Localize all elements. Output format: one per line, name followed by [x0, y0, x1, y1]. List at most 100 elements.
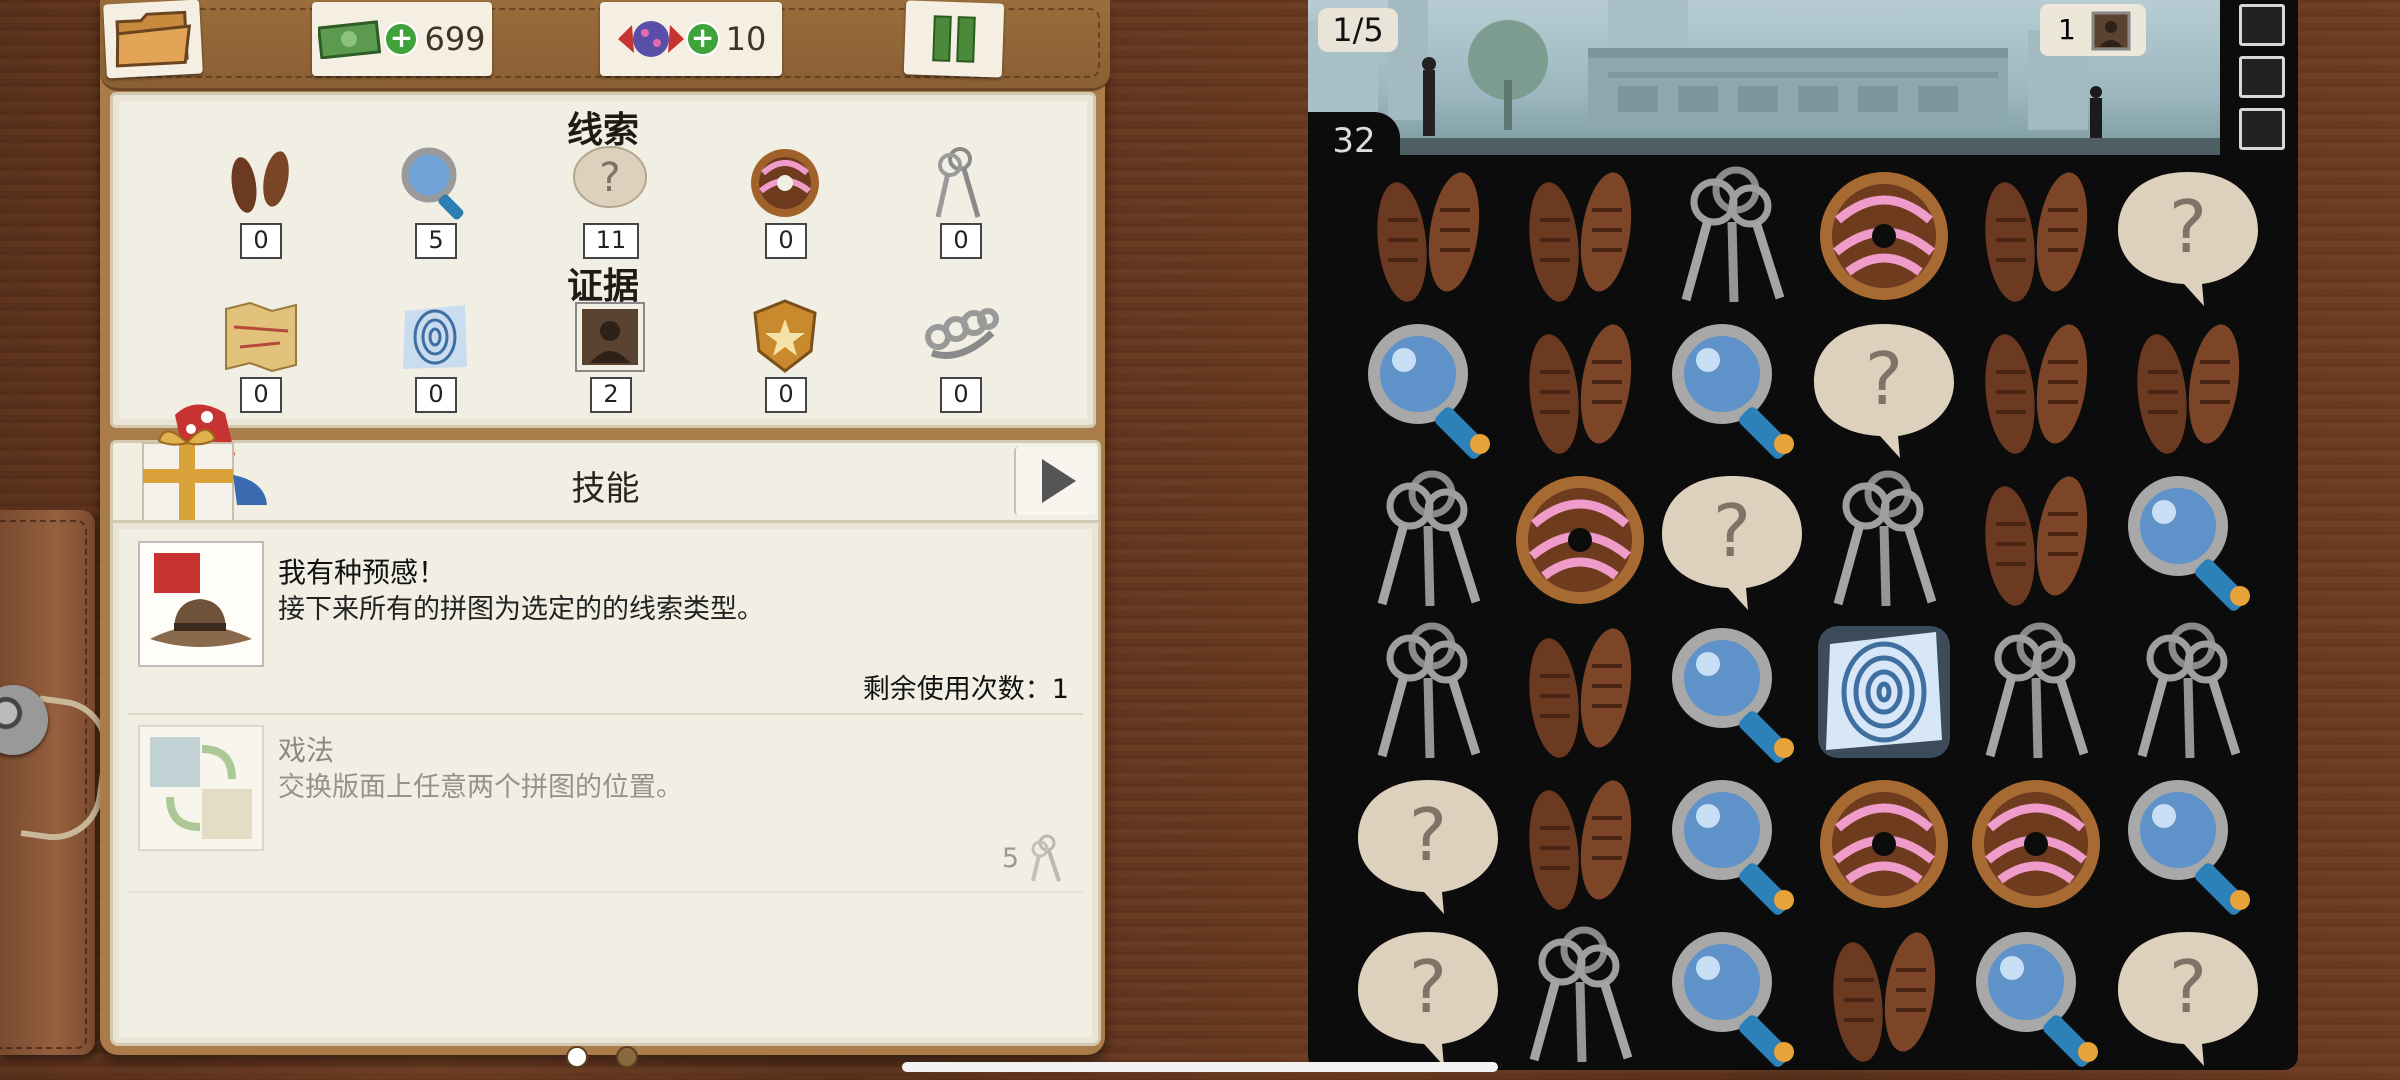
tile-magnifier[interactable] [1656, 768, 1808, 920]
tile-fingerprint[interactable] [1808, 616, 1960, 768]
magnifier-icon [2128, 476, 2250, 611]
brass-knuckles-icon [925, 308, 999, 359]
evidence-map[interactable]: 0 [208, 297, 308, 413]
skill-description: 接下来所有的拼图为选定的的线索类型。 [278, 594, 764, 625]
tile-donut[interactable] [1808, 768, 1960, 920]
map-book-icon[interactable] [2239, 56, 2285, 98]
suspect-profile-icon[interactable] [2239, 108, 2285, 150]
tile-keys[interactable] [1656, 160, 1808, 312]
keys-icon [1377, 622, 1481, 759]
map-icon [225, 301, 297, 373]
skill-remaining-uses: 剩余使用次数：1 [862, 674, 1069, 705]
svg-text:?: ? [1865, 337, 1903, 421]
case-folder-button[interactable] [103, 0, 203, 79]
add-money-icon[interactable]: + [384, 22, 419, 56]
evidence-count: 0 [415, 377, 457, 413]
skill-name: 我有种预感！ [278, 556, 447, 589]
tile-keys[interactable] [1960, 616, 2112, 768]
fingerprint-icon [403, 305, 467, 369]
tile-question[interactable]: ? [1352, 768, 1504, 920]
tile-footprints[interactable] [1960, 160, 2112, 312]
tile-footprints[interactable] [1808, 920, 1960, 1072]
clue-question[interactable]: ? 11 [558, 143, 658, 259]
evidence-photo[interactable]: 2 [558, 297, 658, 413]
tile-footprints[interactable] [1504, 160, 1656, 312]
gift-box-icon[interactable] [115, 395, 275, 534]
tile-magnifier[interactable] [2112, 768, 2264, 920]
magnifier-icon [401, 147, 464, 220]
question-icon: ? [2118, 932, 2258, 1066]
tile-keys[interactable] [1808, 464, 1960, 616]
pause-button[interactable] [903, 0, 1005, 78]
tile-question[interactable]: ? [1808, 312, 1960, 464]
tile-footprints[interactable] [1960, 312, 2112, 464]
footprints-icon [1529, 628, 1632, 758]
tile-donut[interactable] [1960, 768, 2112, 920]
page-dot-1[interactable] [566, 1046, 588, 1068]
tile-footprints[interactable] [1504, 616, 1656, 768]
tile-footprints[interactable] [1504, 768, 1656, 920]
tile-keys[interactable] [1352, 464, 1504, 616]
tile-footprints[interactable] [2112, 312, 2264, 464]
clue-magnifier[interactable]: 5 [383, 143, 483, 259]
money-count: 699 [424, 20, 486, 58]
tile-footprints[interactable] [1960, 464, 2112, 616]
add-candy-icon[interactable]: + [685, 22, 720, 56]
evidence-count: 0 [765, 377, 807, 413]
tile-keys[interactable] [1352, 616, 1504, 768]
donut-icon [1972, 780, 2100, 908]
footprints-icon [1833, 932, 1936, 1062]
question-icon: ? [1358, 780, 1498, 914]
page-dot-2[interactable] [616, 1046, 638, 1068]
home-indicator[interactable] [902, 1062, 1498, 1072]
tile-magnifier[interactable] [1960, 920, 2112, 1072]
tile-magnifier[interactable] [2112, 464, 2264, 616]
skill-card-premonition[interactable]: 我有种预感！ 接下来所有的拼图为选定的的线索类型。 剩余使用次数：1 [128, 533, 1083, 715]
evidence-fingerprint[interactable]: 0 [383, 297, 483, 413]
clue-donut[interactable]: 0 [733, 143, 833, 259]
keys-icon [1985, 622, 2089, 759]
tile-question[interactable]: ? [1352, 920, 1504, 1072]
evidence-badge[interactable]: 0 [733, 297, 833, 413]
suspect-photo-icon [575, 302, 645, 372]
tile-keys[interactable] [2112, 616, 2264, 768]
evidence-knuckles[interactable]: 0 [908, 297, 1008, 413]
tile-magnifier[interactable] [1656, 616, 1808, 768]
folder-icon [115, 10, 192, 68]
footprints-icon [1377, 172, 1480, 302]
question-icon: ? [1358, 932, 1498, 1066]
footprints-icon [1985, 172, 2088, 302]
svg-text:?: ? [2169, 185, 2207, 269]
case-progress: 1/5 [1318, 8, 1398, 52]
moves-remaining: 32 [1308, 112, 1400, 164]
tile-donut[interactable] [1504, 464, 1656, 616]
footprints-icon [1529, 324, 1632, 454]
clue-keys[interactable]: 0 [908, 143, 1008, 259]
money-counter[interactable]: + 699 [312, 2, 492, 76]
tile-keys[interactable] [1504, 920, 1656, 1072]
tile-question[interactable]: ? [2112, 160, 2264, 312]
tile-question[interactable]: ? [2112, 920, 2264, 1072]
clue-footprints[interactable]: 0 [208, 143, 308, 259]
tile-donut[interactable] [1808, 160, 1960, 312]
journal-icon[interactable] [2239, 4, 2285, 46]
swap-puzzle-icon [138, 725, 264, 851]
magnifier-icon [1672, 324, 1794, 459]
hat-puzzle-icon [138, 541, 264, 667]
tile-magnifier[interactable] [1656, 920, 1808, 1072]
clue-count: 0 [765, 223, 807, 259]
tile-magnifier[interactable] [1352, 312, 1504, 464]
magnifier-icon [1368, 324, 1490, 459]
tile-footprints[interactable] [1504, 312, 1656, 464]
skill-name: 戏法 [278, 734, 335, 767]
tile-footprints[interactable] [1352, 160, 1504, 312]
candy-counter[interactable]: + 10 [600, 2, 782, 76]
skill-cost: 5 [1002, 833, 1069, 883]
evidence-collected-badge: 1 [2040, 4, 2146, 56]
tile-magnifier[interactable] [1656, 312, 1808, 464]
skill-card-trick[interactable]: 戏法 交换版面上任意两个拼图的位置。 5 [128, 715, 1083, 893]
fingerprint-icon [1818, 626, 1950, 758]
next-page-button[interactable] [1014, 447, 1096, 515]
tile-question[interactable]: ? [1656, 464, 1808, 616]
candy-icon [617, 21, 684, 57]
